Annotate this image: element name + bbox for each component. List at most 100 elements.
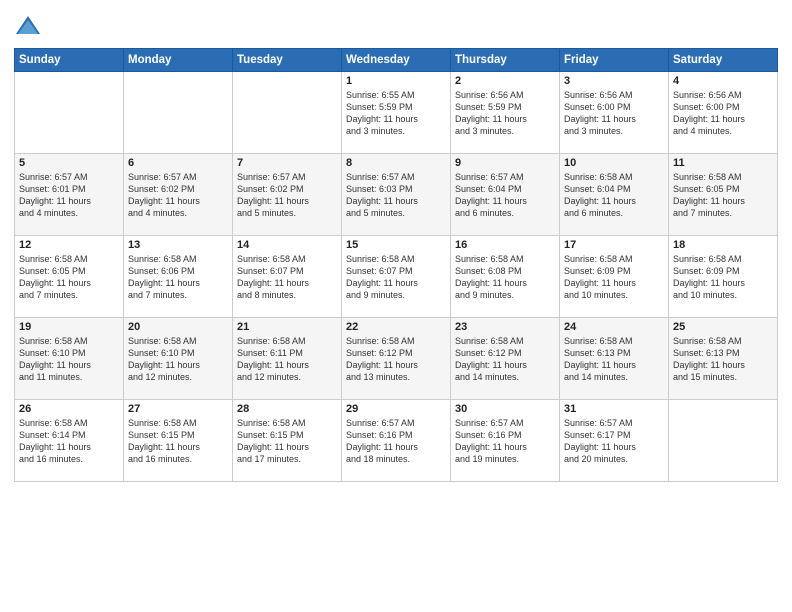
day-number: 20: [128, 321, 228, 333]
day-detail: Sunrise: 6:58 AM Sunset: 6:11 PM Dayligh…: [237, 335, 337, 384]
calendar-cell: 16Sunrise: 6:58 AM Sunset: 6:08 PM Dayli…: [451, 236, 560, 318]
day-number: 8: [346, 157, 446, 169]
day-detail: Sunrise: 6:57 AM Sunset: 6:17 PM Dayligh…: [564, 417, 664, 466]
day-number: 15: [346, 239, 446, 251]
calendar-table: SundayMondayTuesdayWednesdayThursdayFrid…: [14, 48, 778, 482]
page: SundayMondayTuesdayWednesdayThursdayFrid…: [0, 0, 792, 612]
day-detail: Sunrise: 6:57 AM Sunset: 6:01 PM Dayligh…: [19, 171, 119, 220]
calendar-cell: 1 Sunrise: 6:55 AM Sunset: 5:59 PM Daylig…: [342, 72, 451, 154]
day-number: 9: [455, 157, 555, 169]
day-number: 1: [346, 75, 446, 87]
day-number: 25: [673, 321, 773, 333]
calendar-cell: 18Sunrise: 6:58 AM Sunset: 6:09 PM Dayli…: [669, 236, 778, 318]
day-detail: Sunrise: 6:56 AM Sunset: 6:00 PM Dayligh…: [673, 89, 773, 138]
calendar-cell: 8 Sunrise: 6:57 AM Sunset: 6:03 PM Daylig…: [342, 154, 451, 236]
calendar-cell: 21 Sunrise: 6:58 AM Sunset: 6:11 PM Dayli…: [233, 318, 342, 400]
calendar-cell: 30 Sunrise: 6:57 AM Sunset: 6:16 PM Dayli…: [451, 400, 560, 482]
calendar-cell: 5 Sunrise: 6:57 AM Sunset: 6:01 PM Daylig…: [15, 154, 124, 236]
calendar-cell: [233, 72, 342, 154]
day-detail: Sunrise: 6:57 AM Sunset: 6:16 PM Dayligh…: [346, 417, 446, 466]
calendar-cell: 24Sunrise: 6:58 AM Sunset: 6:13 PM Dayli…: [560, 318, 669, 400]
calendar-week-4: 19 Sunrise: 6:58 AM Sunset: 6:10 PM Dayli…: [15, 318, 778, 400]
calendar-cell: 6Sunrise: 6:57 AM Sunset: 6:02 PM Daylig…: [124, 154, 233, 236]
day-detail: Sunrise: 6:58 AM Sunset: 6:14 PM Dayligh…: [19, 417, 119, 466]
header: [14, 12, 778, 40]
day-number: 31: [564, 403, 664, 415]
day-detail: Sunrise: 6:57 AM Sunset: 6:04 PM Dayligh…: [455, 171, 555, 220]
day-detail: Sunrise: 6:55 AM Sunset: 5:59 PM Dayligh…: [346, 89, 446, 138]
calendar-cell: 22 Sunrise: 6:58 AM Sunset: 6:12 PM Dayli…: [342, 318, 451, 400]
calendar-week-5: 26 Sunrise: 6:58 AM Sunset: 6:14 PM Dayli…: [15, 400, 778, 482]
calendar-cell: [15, 72, 124, 154]
calendar-cell: 23 Sunrise: 6:58 AM Sunset: 6:12 PM Dayli…: [451, 318, 560, 400]
logo-icon: [14, 12, 42, 40]
day-detail: Sunrise: 6:58 AM Sunset: 6:12 PM Dayligh…: [455, 335, 555, 384]
day-number: 16: [455, 239, 555, 251]
day-detail: Sunrise: 6:58 AM Sunset: 6:04 PM Dayligh…: [564, 171, 664, 220]
calendar-cell: 20 Sunrise: 6:58 AM Sunset: 6:10 PM Dayli…: [124, 318, 233, 400]
day-number: 5: [19, 157, 119, 169]
calendar-cell: 12Sunrise: 6:58 AM Sunset: 6:05 PM Dayli…: [15, 236, 124, 318]
day-detail: Sunrise: 6:57 AM Sunset: 6:16 PM Dayligh…: [455, 417, 555, 466]
calendar-cell: 9 Sunrise: 6:57 AM Sunset: 6:04 PM Daylig…: [451, 154, 560, 236]
col-header-thursday: Thursday: [451, 49, 560, 72]
day-number: 11: [673, 157, 773, 169]
day-number: 17: [564, 239, 664, 251]
calendar-week-2: 5 Sunrise: 6:57 AM Sunset: 6:01 PM Daylig…: [15, 154, 778, 236]
day-detail: Sunrise: 6:58 AM Sunset: 6:10 PM Dayligh…: [19, 335, 119, 384]
col-header-tuesday: Tuesday: [233, 49, 342, 72]
calendar-cell: 3 Sunrise: 6:56 AM Sunset: 6:00 PM Daylig…: [560, 72, 669, 154]
calendar-week-1: 1 Sunrise: 6:55 AM Sunset: 5:59 PM Daylig…: [15, 72, 778, 154]
calendar-cell: [669, 400, 778, 482]
calendar-cell: 4 Sunrise: 6:56 AM Sunset: 6:00 PM Daylig…: [669, 72, 778, 154]
day-number: 30: [455, 403, 555, 415]
calendar-cell: 26 Sunrise: 6:58 AM Sunset: 6:14 PM Dayli…: [15, 400, 124, 482]
calendar-cell: 2 Sunrise: 6:56 AM Sunset: 5:59 PM Daylig…: [451, 72, 560, 154]
calendar-cell: 10 Sunrise: 6:58 AM Sunset: 6:04 PM Dayli…: [560, 154, 669, 236]
calendar-cell: 13Sunrise: 6:58 AM Sunset: 6:06 PM Dayli…: [124, 236, 233, 318]
calendar-cell: [124, 72, 233, 154]
col-header-friday: Friday: [560, 49, 669, 72]
day-number: 10: [564, 157, 664, 169]
calendar-cell: 15 Sunrise: 6:58 AM Sunset: 6:07 PM Dayli…: [342, 236, 451, 318]
day-detail: Sunrise: 6:56 AM Sunset: 6:00 PM Dayligh…: [564, 89, 664, 138]
day-number: 19: [19, 321, 119, 333]
calendar-cell: 28 Sunrise: 6:58 AM Sunset: 6:15 PM Dayli…: [233, 400, 342, 482]
day-number: 27: [128, 403, 228, 415]
day-detail: Sunrise: 6:58 AM Sunset: 6:13 PM Dayligh…: [673, 335, 773, 384]
calendar-cell: 11 Sunrise: 6:58 AM Sunset: 6:05 PM Dayli…: [669, 154, 778, 236]
day-number: 14: [237, 239, 337, 251]
calendar-cell: 27 Sunrise: 6:58 AM Sunset: 6:15 PM Dayli…: [124, 400, 233, 482]
day-detail: Sunrise: 6:58 AM Sunset: 6:05 PM Dayligh…: [19, 253, 119, 302]
calendar-cell: 7Sunrise: 6:57 AM Sunset: 6:02 PM Daylig…: [233, 154, 342, 236]
day-number: 23: [455, 321, 555, 333]
day-detail: Sunrise: 6:58 AM Sunset: 6:10 PM Dayligh…: [128, 335, 228, 384]
day-number: 3: [564, 75, 664, 87]
day-number: 28: [237, 403, 337, 415]
day-number: 6: [128, 157, 228, 169]
col-header-monday: Monday: [124, 49, 233, 72]
calendar-cell: 17Sunrise: 6:58 AM Sunset: 6:09 PM Dayli…: [560, 236, 669, 318]
day-detail: Sunrise: 6:56 AM Sunset: 5:59 PM Dayligh…: [455, 89, 555, 138]
day-number: 24: [564, 321, 664, 333]
day-detail: Sunrise: 6:58 AM Sunset: 6:12 PM Dayligh…: [346, 335, 446, 384]
calendar-week-3: 12Sunrise: 6:58 AM Sunset: 6:05 PM Dayli…: [15, 236, 778, 318]
day-number: 13: [128, 239, 228, 251]
day-number: 2: [455, 75, 555, 87]
day-detail: Sunrise: 6:58 AM Sunset: 6:05 PM Dayligh…: [673, 171, 773, 220]
day-detail: Sunrise: 6:58 AM Sunset: 6:15 PM Dayligh…: [237, 417, 337, 466]
day-detail: Sunrise: 6:58 AM Sunset: 6:15 PM Dayligh…: [128, 417, 228, 466]
col-header-sunday: Sunday: [15, 49, 124, 72]
logo: [14, 12, 46, 40]
day-number: 4: [673, 75, 773, 87]
day-detail: Sunrise: 6:58 AM Sunset: 6:07 PM Dayligh…: [237, 253, 337, 302]
day-detail: Sunrise: 6:57 AM Sunset: 6:02 PM Dayligh…: [237, 171, 337, 220]
day-number: 22: [346, 321, 446, 333]
col-header-wednesday: Wednesday: [342, 49, 451, 72]
calendar-cell: 31 Sunrise: 6:57 AM Sunset: 6:17 PM Dayli…: [560, 400, 669, 482]
day-number: 26: [19, 403, 119, 415]
day-detail: Sunrise: 6:58 AM Sunset: 6:07 PM Dayligh…: [346, 253, 446, 302]
day-number: 21: [237, 321, 337, 333]
calendar-cell: 29Sunrise: 6:57 AM Sunset: 6:16 PM Dayli…: [342, 400, 451, 482]
day-detail: Sunrise: 6:57 AM Sunset: 6:03 PM Dayligh…: [346, 171, 446, 220]
